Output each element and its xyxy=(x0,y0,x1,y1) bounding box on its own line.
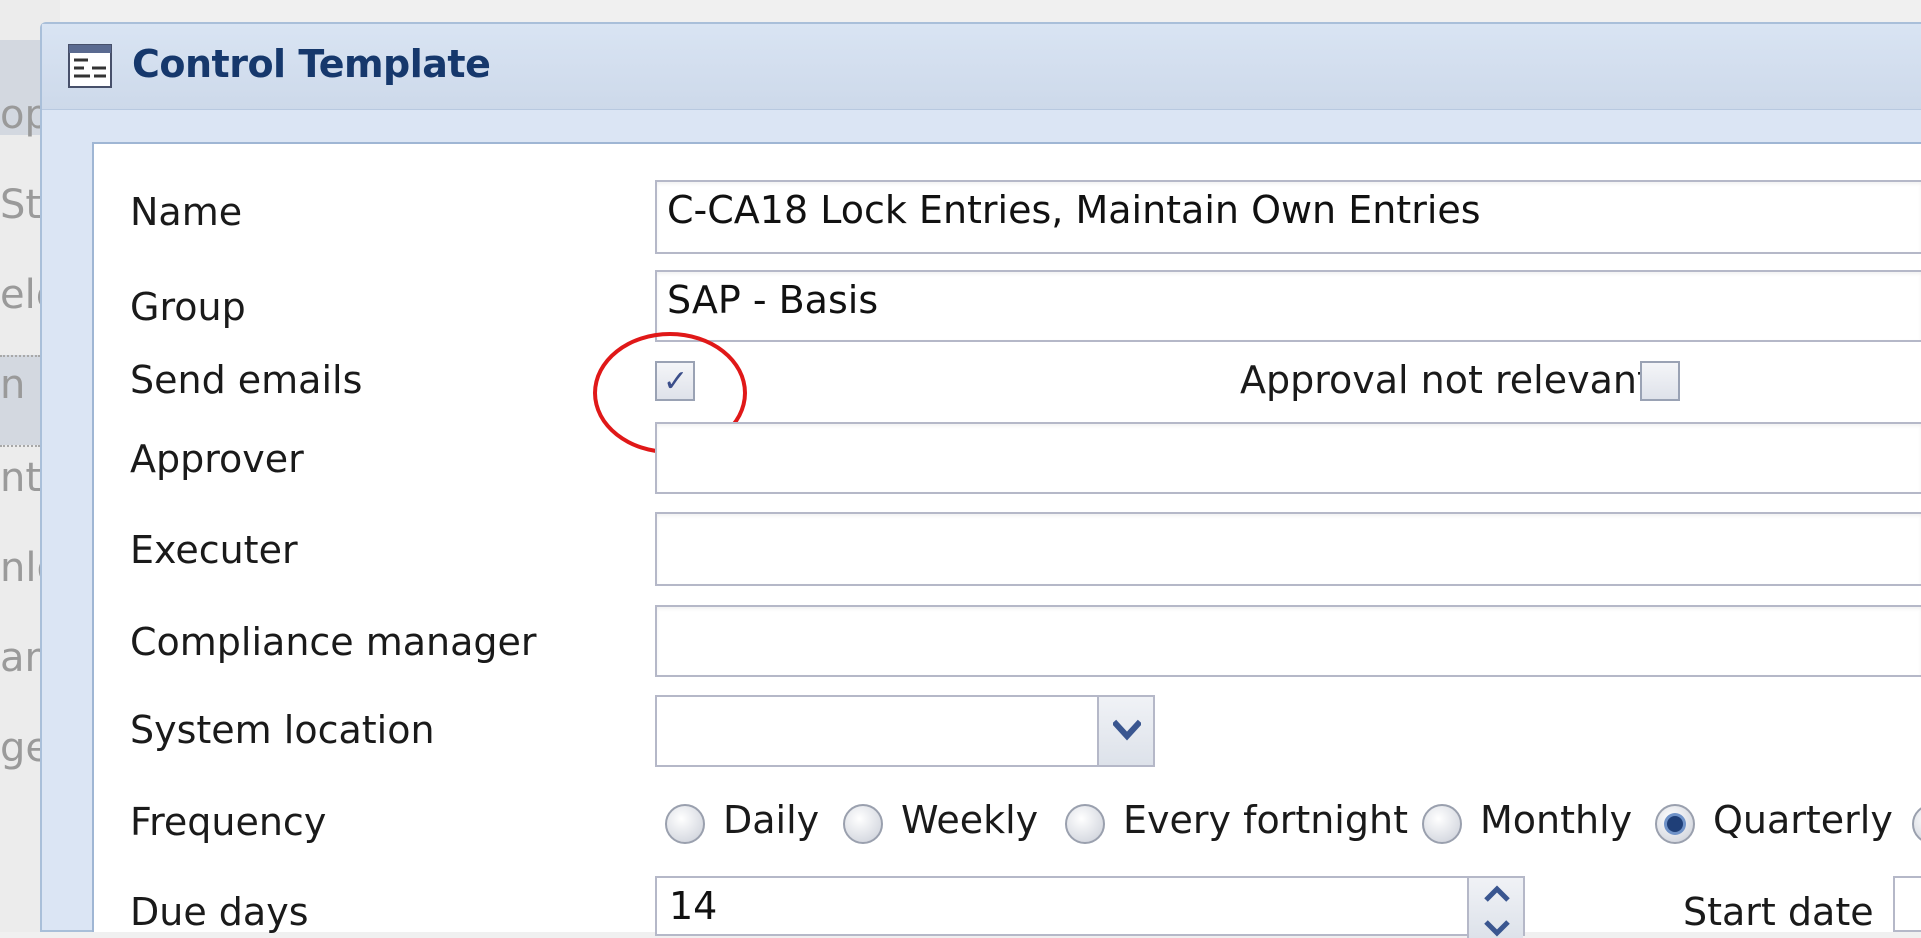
group-label: Group xyxy=(130,285,246,329)
approval-not-relevant-checkbox[interactable] xyxy=(1640,361,1680,401)
system-location-dropdown-button[interactable] xyxy=(1097,697,1153,765)
compliance-manager-label: Compliance manager xyxy=(130,620,537,664)
start-date-label: Start date xyxy=(1683,890,1874,934)
name-label: Name xyxy=(130,190,242,234)
start-date-field[interactable] xyxy=(1893,876,1921,932)
system-location-select[interactable] xyxy=(655,695,1155,767)
system-location-label: System location xyxy=(130,708,435,752)
background-separator xyxy=(0,355,40,357)
due-days-spinner[interactable]: 14 xyxy=(655,876,1525,936)
form-window-icon xyxy=(68,44,112,88)
send-emails-label: Send emails xyxy=(130,358,362,402)
chevron-down-icon xyxy=(1113,719,1141,743)
radio-label: Monthly xyxy=(1480,798,1632,842)
radio-label: Quarterly xyxy=(1713,798,1893,842)
group-field[interactable]: SAP - Basis xyxy=(655,270,1921,342)
radio-unselected-icon xyxy=(843,804,883,844)
radio-unselected-icon xyxy=(1065,804,1105,844)
background-separator xyxy=(0,445,40,447)
executer-field[interactable] xyxy=(655,512,1921,586)
name-field[interactable]: C-CA18 Lock Entries, Maintain Own Entrie… xyxy=(655,180,1921,254)
radio-selected-icon xyxy=(1655,804,1695,844)
frequency-option-cutoff[interactable] xyxy=(1912,798,1921,848)
compliance-manager-field[interactable] xyxy=(655,605,1921,677)
due-days-value: 14 xyxy=(669,884,717,928)
radio-label: Daily xyxy=(723,798,819,842)
radio-unselected-icon xyxy=(1422,804,1462,844)
dialog-header[interactable]: Control Template xyxy=(42,24,1921,110)
executer-label: Executer xyxy=(130,528,298,572)
radio-label: Every fortnight xyxy=(1123,798,1408,842)
radio-label: Weekly xyxy=(901,798,1038,842)
approver-label: Approver xyxy=(130,437,304,481)
chevron-up-icon[interactable] xyxy=(1483,884,1511,904)
chevron-down-icon[interactable] xyxy=(1483,918,1511,938)
radio-unselected-icon xyxy=(665,804,705,844)
dialog-title: Control Template xyxy=(132,42,490,86)
approval-not-relevant-label: Approval not relevant xyxy=(1240,358,1652,402)
due-days-spinner-buttons[interactable] xyxy=(1467,878,1523,938)
radio-unselected-icon xyxy=(1912,804,1921,844)
frequency-label: Frequency xyxy=(130,800,326,844)
due-days-label: Due days xyxy=(130,890,309,934)
approver-field[interactable] xyxy=(655,422,1921,494)
